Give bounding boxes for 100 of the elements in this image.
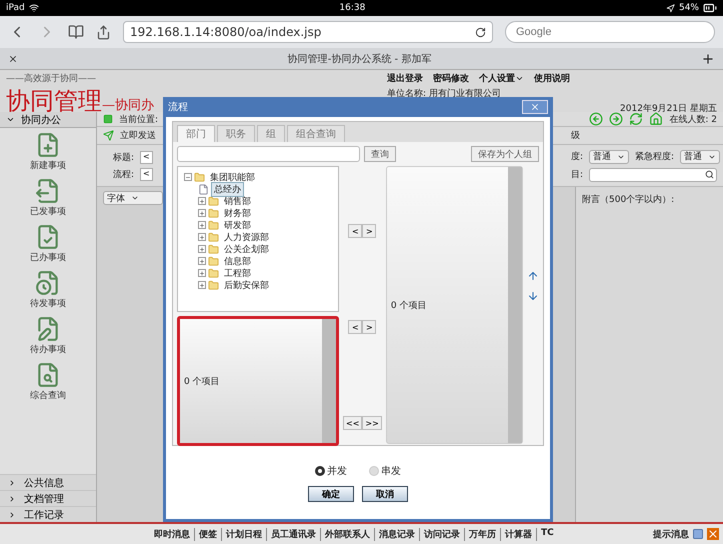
- sidebar-group[interactable]: 工作记录: [0, 506, 96, 522]
- move-down-icon[interactable]: [527, 290, 539, 302]
- expand-toggle[interactable]: [198, 245, 206, 253]
- sidebar-item[interactable]: 已办事项: [30, 224, 66, 264]
- footer-link[interactable]: 访问记录: [419, 528, 460, 540]
- flow-field[interactable]: <: [140, 168, 153, 180]
- tree-item[interactable]: 销售部: [221, 194, 254, 208]
- expand-toggle[interactable]: [198, 269, 206, 277]
- expand-toggle[interactable]: [198, 209, 206, 217]
- sidebar-group[interactable]: 公共信息: [0, 474, 96, 490]
- expand-icon: [199, 246, 205, 252]
- minimize-icon[interactable]: [692, 528, 704, 540]
- sidebar-item[interactable]: 新建事项: [30, 132, 66, 172]
- tree-item[interactable]: 研发部: [221, 218, 254, 232]
- footer-link[interactable]: 计划日程: [221, 528, 262, 540]
- footer-link[interactable]: 外部联系人: [320, 528, 370, 540]
- home-icon[interactable]: [649, 112, 664, 126]
- search-button[interactable]: 查询: [364, 146, 396, 162]
- header-link[interactable]: 使用说明: [534, 72, 570, 85]
- send-button[interactable]: 立即发送: [120, 129, 156, 142]
- expand-icon: [199, 270, 205, 276]
- sidebar-item[interactable]: 综合查询: [30, 362, 66, 402]
- move-button[interactable]: >: [362, 224, 376, 238]
- expand-toggle[interactable]: [198, 197, 206, 205]
- bookmarks-icon[interactable]: [68, 24, 84, 40]
- tab-label[interactable]: 级: [571, 129, 717, 142]
- folder-icon: [208, 232, 219, 242]
- footer-link[interactable]: 员工通讯录: [266, 528, 316, 540]
- tree-item[interactable]: 财务部: [221, 206, 254, 220]
- move-button[interactable]: <<: [343, 416, 362, 430]
- tree-item[interactable]: 公关企划部: [221, 242, 272, 256]
- send-icon: [103, 130, 114, 141]
- font-select[interactable]: 字体: [103, 191, 163, 205]
- tree-item[interactable]: 信息部: [221, 254, 254, 268]
- tab[interactable]: 部门: [177, 125, 215, 142]
- close-icon[interactable]: [707, 528, 719, 540]
- expand-toggle[interactable]: [184, 173, 192, 181]
- close-tab-icon[interactable]: [8, 54, 18, 64]
- tab[interactable]: 职务: [217, 125, 255, 142]
- move-button[interactable]: >: [362, 320, 376, 334]
- field-label: 标题:: [113, 152, 134, 164]
- tree-item[interactable]: 集团职能部: [207, 170, 258, 184]
- sidebar-item[interactable]: 待办事项: [30, 316, 66, 356]
- folder-icon: [208, 256, 219, 266]
- mode-radio[interactable]: 并发: [315, 464, 347, 478]
- header-link[interactable]: 密码修改: [433, 72, 469, 85]
- tab-title[interactable]: 协同管理-协同办公系统 - 那加军: [288, 52, 432, 66]
- radio-dot[interactable]: [315, 466, 325, 476]
- urgency-select[interactable]: 普通: [680, 150, 720, 164]
- move-up-icon[interactable]: [527, 270, 539, 282]
- search-field[interactable]: Google: [505, 21, 715, 43]
- close-icon: [530, 102, 540, 112]
- expand-toggle[interactable]: [198, 221, 206, 229]
- expand-toggle[interactable]: [198, 233, 206, 241]
- search-field[interactable]: [177, 146, 360, 162]
- title-field[interactable]: <: [140, 150, 153, 164]
- project-field[interactable]: [589, 168, 717, 182]
- move-button[interactable]: <: [348, 224, 362, 238]
- importance-select[interactable]: 普通: [589, 150, 630, 164]
- tree-item[interactable]: 工程部: [221, 266, 254, 280]
- sidebar-item[interactable]: 已发事项: [30, 178, 66, 218]
- footer-link[interactable]: 计算器: [500, 528, 532, 540]
- expand-toggle[interactable]: [198, 257, 206, 265]
- address-bar[interactable]: 192.168.1.14:8080/oa/index.jsp: [123, 21, 493, 43]
- reload-icon[interactable]: [475, 26, 486, 38]
- tree-item[interactable]: 人力资源部: [221, 230, 272, 244]
- battery-icon: [703, 1, 717, 15]
- battery-percent: 54%: [678, 3, 699, 13]
- expand-icon: [199, 234, 205, 240]
- refresh-icon[interactable]: [629, 112, 644, 126]
- share-icon[interactable]: [96, 24, 111, 40]
- forward-icon[interactable]: [609, 112, 624, 126]
- close-button[interactable]: [522, 100, 548, 114]
- expand-toggle[interactable]: [198, 281, 206, 289]
- scrollbar[interactable]: [508, 167, 522, 443]
- sidebar-group[interactable]: 文档管理: [0, 490, 96, 506]
- expand-icon: [199, 210, 205, 216]
- tree-item[interactable]: 后勤安保部: [221, 278, 272, 292]
- tab[interactable]: 组: [257, 125, 285, 142]
- dialog-button[interactable]: 确定: [308, 486, 354, 502]
- footer-link[interactable]: 消息记录: [374, 528, 415, 540]
- new-tab-icon[interactable]: [700, 52, 715, 66]
- scrollbar[interactable]: [322, 319, 336, 443]
- save-group-button[interactable]: 保存为个人组: [471, 146, 539, 162]
- footer-link[interactable]: 即时消息: [150, 528, 190, 540]
- file-icon: [198, 184, 209, 194]
- device-label: iPad: [6, 3, 25, 13]
- header-link[interactable]: 退出登录: [387, 72, 423, 85]
- tree-item[interactable]: 总经办: [211, 182, 244, 196]
- sidebar-section[interactable]: 协同办公: [0, 112, 96, 128]
- header-link[interactable]: 个人设置: [479, 72, 524, 85]
- footer-link[interactable]: 便签: [194, 528, 217, 540]
- dialog-title: 流程: [168, 100, 188, 114]
- sidebar-item[interactable]: 待发事项: [30, 270, 66, 310]
- mode-radio[interactable]: 串发: [369, 464, 401, 478]
- move-button[interactable]: >>: [362, 416, 382, 430]
- footer-link[interactable]: TC: [536, 528, 554, 540]
- footer-link[interactable]: 万年历: [464, 528, 496, 540]
- move-button[interactable]: <: [348, 320, 362, 334]
- dialog-button[interactable]: 取消: [362, 486, 408, 502]
